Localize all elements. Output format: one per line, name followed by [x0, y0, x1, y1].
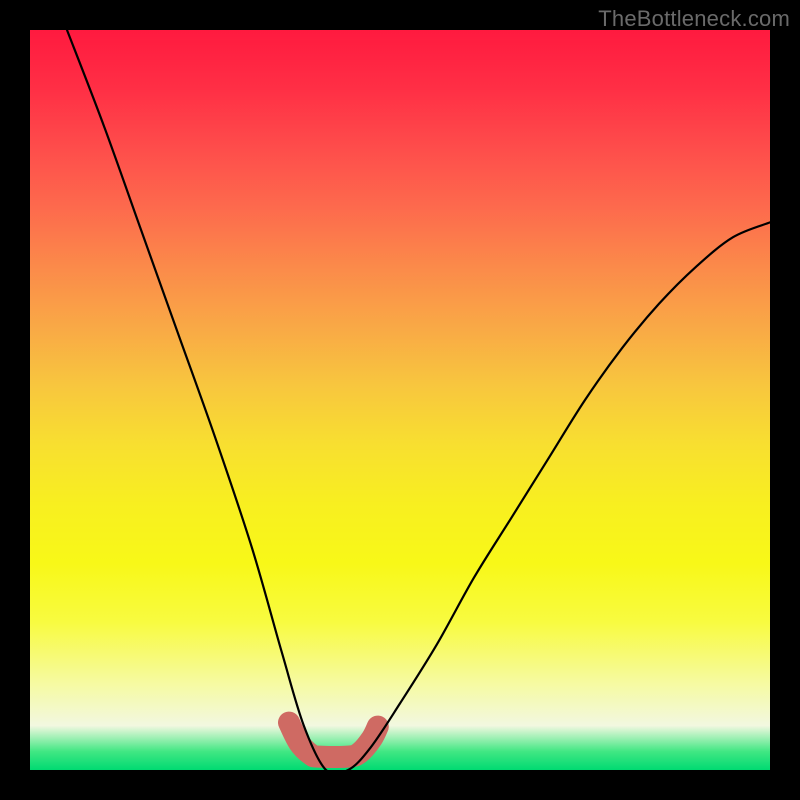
- chart-plot-area: [30, 30, 770, 770]
- watermark-text: TheBottleneck.com: [598, 6, 790, 32]
- chart-svg: [30, 30, 770, 770]
- optimal-range-worm: [289, 723, 378, 757]
- bottleneck-curve: [67, 30, 770, 774]
- chart-frame: TheBottleneck.com: [0, 0, 800, 800]
